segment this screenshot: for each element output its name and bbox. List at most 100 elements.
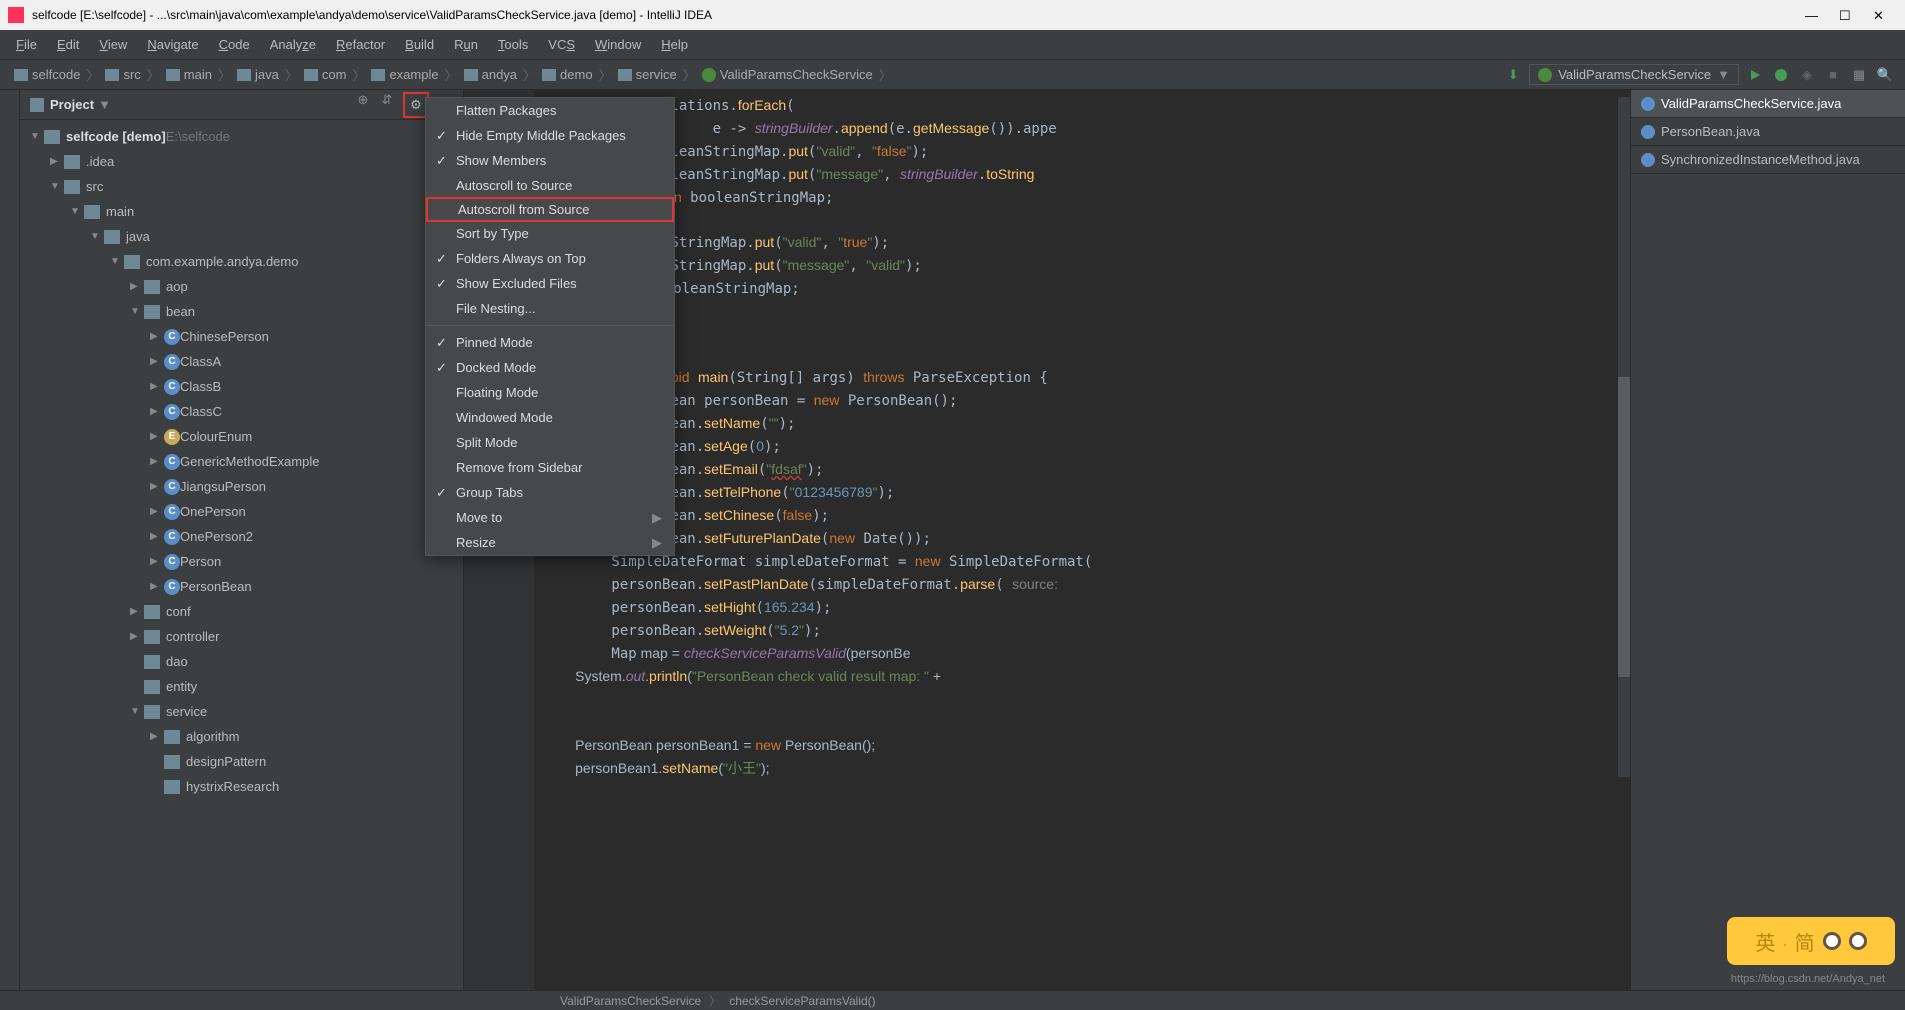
minimize-button[interactable]: — [1805,8,1819,22]
tree-row[interactable]: ▶aop [20,274,463,299]
menu-file[interactable]: File [8,33,45,56]
tree-row[interactable]: ▶CPersonBean [20,574,463,599]
tree-row[interactable]: dao [20,649,463,674]
menu-refactor[interactable]: Refactor [328,33,393,56]
tree-row[interactable]: ▶COnePerson [20,499,463,524]
menu-run[interactable]: Run [446,33,486,56]
maximize-button[interactable]: ☐ [1839,8,1853,22]
menu-navigate[interactable]: Navigate [139,33,206,56]
tree-twisty-icon[interactable]: ▶ [50,156,60,167]
popup-item-pinned-mode[interactable]: ✓Pinned Mode [426,330,674,355]
crumb-service[interactable]: service [614,67,681,82]
tree-twisty-icon[interactable]: ▶ [150,381,160,392]
tree-twisty-icon[interactable]: ▼ [130,306,140,317]
menu-window[interactable]: Window [587,33,649,56]
tree-row[interactable]: ▶CClassB [20,374,463,399]
crumb-java[interactable]: java [233,67,283,82]
tree-row[interactable]: ▶EColourEnum [20,424,463,449]
popup-item-autoscroll-from-source[interactable]: Autoscroll from Source [426,197,674,222]
tree-twisty-icon[interactable]: ▶ [150,531,160,542]
editor-scrollbar-thumb[interactable] [1618,377,1630,677]
tree-twisty-icon[interactable]: ▶ [150,356,160,367]
tree-twisty-icon[interactable]: ▶ [130,631,140,642]
tree-row[interactable]: ▶CChinesePerson [20,324,463,349]
menu-code[interactable]: Code [211,33,258,56]
left-tool-strip[interactable] [0,90,20,990]
popup-item-resize[interactable]: Resize▶ [426,530,674,555]
menu-view[interactable]: View [91,33,135,56]
locate-icon[interactable]: ⊕ [355,92,371,108]
tree-row[interactable]: ▼java [20,224,463,249]
popup-item-split-mode[interactable]: Split Mode [426,430,674,455]
tree-row[interactable]: ▶COnePerson2 [20,524,463,549]
popup-item-group-tabs[interactable]: ✓Group Tabs [426,480,674,505]
popup-item-move-to[interactable]: Move to▶ [426,505,674,530]
tree-twisty-icon[interactable]: ▶ [150,556,160,567]
crumb-class[interactable]: ValidParamsCheckService [698,67,877,82]
tree-row[interactable]: ▶CClassA [20,349,463,374]
popup-item-flatten-packages[interactable]: Flatten Packages [426,98,674,123]
popup-item-windowed-mode[interactable]: Windowed Mode [426,405,674,430]
popup-item-remove-from-sidebar[interactable]: Remove from Sidebar [426,455,674,480]
status-crumb-class[interactable]: ValidParamsCheckService [560,994,701,1008]
menu-edit[interactable]: Edit [49,33,87,56]
tree-row[interactable]: ▶CGenericMethodExample [20,449,463,474]
popup-item-file-nesting-[interactable]: File Nesting... [426,296,674,321]
popup-item-hide-empty-middle-packages[interactable]: ✓Hide Empty Middle Packages [426,123,674,148]
tree-twisty-icon[interactable]: ▼ [110,256,120,267]
file-tab-personbean[interactable]: PersonBean.java [1631,118,1905,146]
tree-twisty-icon[interactable]: ▶ [150,581,160,592]
tree-row[interactable]: ▼selfcode [demo] E:\selfcode [20,124,463,149]
tree-twisty-icon[interactable]: ▼ [130,706,140,717]
popup-item-sort-by-type[interactable]: Sort by Type [426,221,674,246]
crumb-com[interactable]: com [300,67,351,82]
menu-vcs[interactable]: VCS [540,33,583,56]
crumb-main[interactable]: main [162,67,216,82]
search-button[interactable]: 🔍 [1875,65,1895,85]
menu-build[interactable]: Build [397,33,442,56]
chevron-down-icon[interactable]: ▼ [98,97,111,112]
tree-row[interactable]: hystrixResearch [20,774,463,799]
tree-row[interactable]: ▼src [20,174,463,199]
menu-tools[interactable]: Tools [490,33,536,56]
tree-twisty-icon[interactable]: ▼ [90,231,100,242]
run-configuration-dropdown[interactable]: ValidParamsCheckService ▼ [1529,64,1739,85]
tree-row[interactable]: entity [20,674,463,699]
popup-item-floating-mode[interactable]: Floating Mode [426,380,674,405]
tree-row[interactable]: ▶CClassC [20,399,463,424]
menu-help[interactable]: Help [653,33,696,56]
tree-row[interactable]: designPattern [20,749,463,774]
code-editor[interactable]: violations.forEach( e -> stringBuilder.a… [534,90,1630,990]
tree-row[interactable]: ▶CJiangsuPerson [20,474,463,499]
menu-analyze[interactable]: Analyze [262,33,324,56]
project-tree[interactable]: ▼selfcode [demo] E:\selfcode▶.idea▼src▼m… [20,120,463,990]
tree-row[interactable]: ▶conf [20,599,463,624]
tree-twisty-icon[interactable]: ▶ [130,281,140,292]
editor-scrollbar-track[interactable] [1618,97,1630,777]
build-button[interactable]: ⬇ [1503,65,1523,85]
close-button[interactable]: ✕ [1873,8,1887,22]
tree-row[interactable]: ▼com.example.andya.demo [20,249,463,274]
coverage-button[interactable]: ◈ [1797,65,1817,85]
sidebar-title[interactable]: Project [50,97,94,112]
tree-row[interactable]: ▶algorithm [20,724,463,749]
crumb-example[interactable]: example [367,67,442,82]
tree-twisty-icon[interactable]: ▶ [150,731,160,742]
tree-row[interactable]: ▼service [20,699,463,724]
collapse-icon[interactable]: ⇵ [379,92,395,108]
tree-row[interactable]: ▼main [20,199,463,224]
crumb-selfcode[interactable]: selfcode [10,67,84,82]
crumb-demo[interactable]: demo [538,67,597,82]
status-crumb-method[interactable]: checkServiceParamsValid() [729,994,876,1008]
tree-twisty-icon[interactable]: ▶ [150,406,160,417]
debug-button[interactable] [1771,65,1791,85]
tree-row[interactable]: ▶.idea [20,149,463,174]
stop-button[interactable]: ■ [1823,65,1843,85]
popup-item-show-members[interactable]: ✓Show Members [426,148,674,173]
file-tab-validparams[interactable]: ValidParamsCheckService.java [1631,90,1905,118]
tree-row[interactable]: ▶CPerson [20,549,463,574]
tree-twisty-icon[interactable]: ▶ [150,481,160,492]
popup-item-show-excluded-files[interactable]: ✓Show Excluded Files [426,271,674,296]
tree-twisty-icon[interactable]: ▼ [50,181,60,192]
tree-twisty-icon[interactable]: ▶ [150,506,160,517]
